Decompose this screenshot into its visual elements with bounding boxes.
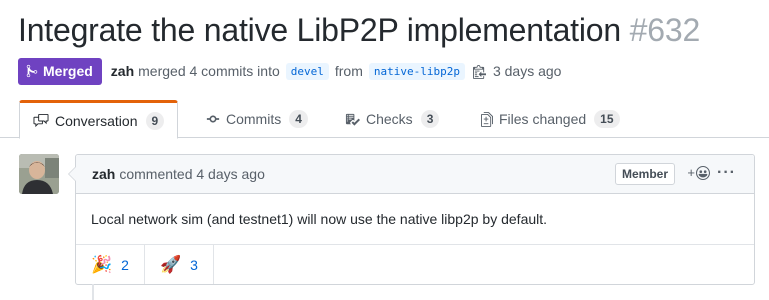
tab-commits-count: 4 [289,110,308,128]
comment-author-link[interactable]: zah [92,166,115,182]
merge-text: merged 4 commits into [138,63,280,79]
tab-checks-label: Checks [366,111,413,127]
comment-header: zah commented 4 days ago Member + ··· [76,155,754,194]
tab-conversation[interactable]: Conversation 9 [19,100,179,139]
party-popper-icon: 🎉 [91,254,113,275]
pr-meta: Merged zah merged 4 commits into devel f… [18,57,561,85]
rocket-icon: 🚀 [159,254,182,275]
reaction-rocket-count: 3 [190,256,198,273]
comment-box: zah commented 4 days ago Member + ··· Lo… [68,154,755,285]
pr-tabs: Conversation 9 Commits 4 Checks 3 Files … [0,100,769,139]
file-diff-icon [481,111,493,127]
plus-icon: + [687,165,695,180]
pr-number: #632 [629,12,701,48]
tab-commits-label: Commits [226,111,282,127]
reaction-hooray-count: 2 [121,256,129,273]
pr-title-text: Integrate the native LibP2P implementati… [18,12,621,48]
reaction-rocket-button[interactable]: 🚀 3 [145,245,214,284]
git-merge-icon [26,64,38,78]
from-text: from [334,63,363,79]
tab-commits[interactable]: Commits 4 [206,100,308,138]
comment-discussion-icon [33,113,49,128]
head-branch[interactable]: native-libp2p [368,62,465,80]
tab-files-changed-count: 15 [594,110,620,128]
pr-title: Integrate the native LibP2P implementati… [18,12,700,49]
reaction-hooray-button[interactable]: 🎉 2 [76,245,145,284]
member-label: Member [614,163,675,185]
tab-files-changed[interactable]: Files changed 15 [481,100,620,138]
add-reaction-button[interactable]: + [687,165,710,180]
tab-checks[interactable]: Checks 3 [345,100,440,138]
smiley-icon [696,165,710,180]
checklist-icon [345,113,360,126]
avatar[interactable] [19,154,59,194]
base-branch[interactable]: devel [285,62,329,80]
status-badge: Merged [18,57,102,85]
git-commit-icon [206,115,220,123]
status-badge-label: Merged [43,63,93,79]
tab-checks-count: 3 [420,110,440,128]
reactions-bar: 🎉 2 🚀 3 [76,245,754,284]
tab-conversation-label: Conversation [55,112,138,129]
clipboard-icon[interactable] [472,64,486,79]
comment-timestamp[interactable]: commented 4 days ago [119,166,265,182]
merge-author-link[interactable]: zah [111,63,134,79]
merge-time: 3 days ago [492,63,562,79]
comment-body: Local network sim (and testnet1) will no… [76,194,754,245]
tab-files-changed-label: Files changed [499,111,587,127]
timeline-line [92,284,94,300]
more-options-icon[interactable]: ··· [717,164,736,182]
tab-conversation-count: 9 [145,111,165,130]
